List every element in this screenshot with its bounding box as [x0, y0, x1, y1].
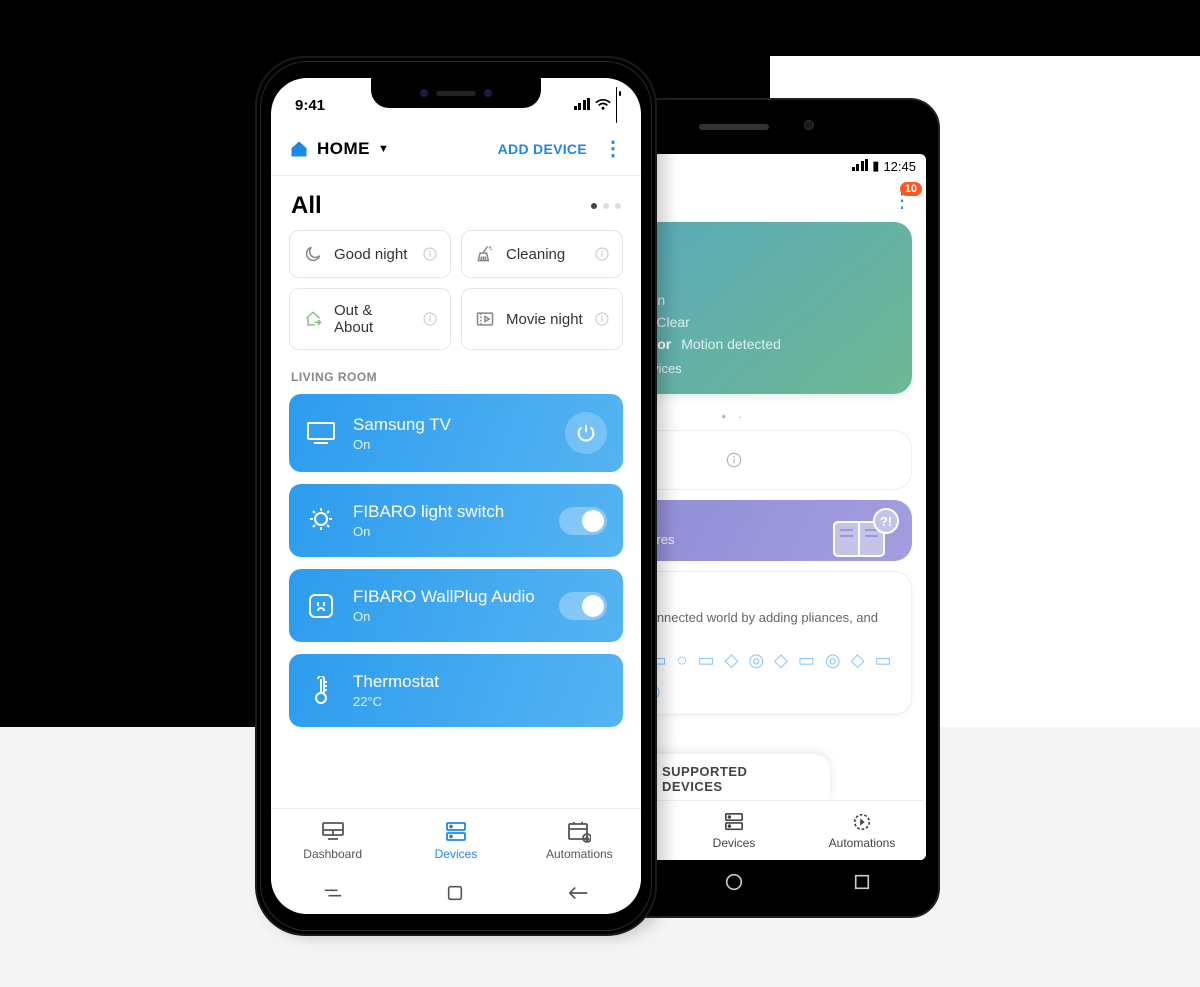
- svg-text:+: +: [586, 837, 590, 843]
- scene-movie-night[interactable]: Movie night: [461, 288, 623, 350]
- recents-button[interactable]: [323, 886, 343, 900]
- outlet-icon: [305, 592, 337, 620]
- notification-badge: 10: [900, 182, 922, 196]
- system-nav: [271, 872, 641, 914]
- info-icon: [726, 452, 742, 468]
- nav-automations[interactable]: + Automations: [518, 809, 641, 872]
- battery-icon: [616, 88, 617, 122]
- status-time: 12:45: [883, 159, 916, 174]
- speaker: [699, 124, 769, 130]
- app-header: HOME ▼ ADD DEVICE ⋮: [271, 128, 641, 176]
- scene-label: Out & About: [334, 302, 412, 336]
- dot-1: [591, 203, 597, 209]
- supported-devices-tab[interactable]: SUPPORTED DEVICES: [638, 754, 830, 800]
- nav-devices[interactable]: Devices: [670, 801, 798, 860]
- home-button[interactable]: [446, 884, 464, 902]
- device-name: FIBARO light switch: [353, 502, 543, 522]
- recents-button[interactable]: [853, 873, 871, 891]
- info-icon[interactable]: [594, 311, 610, 327]
- device-status: On: [353, 524, 543, 539]
- phone-iphone-screen: 9:41 HOME ▼ ADD DEVICE ⋮ All: [271, 78, 641, 914]
- moon-icon: [302, 244, 324, 264]
- leave-home-icon: [302, 309, 324, 329]
- device-card-samsung-tv[interactable]: Samsung TV On: [289, 394, 623, 472]
- scene-label: Cleaning: [506, 246, 584, 263]
- dot-3: [615, 203, 621, 209]
- add-device-button[interactable]: ADD DEVICE: [498, 141, 587, 157]
- device-card-thermostat[interactable]: Thermostat 22°C: [289, 654, 623, 727]
- info-icon[interactable]: [422, 246, 438, 262]
- home-button[interactable]: [724, 872, 744, 892]
- battery-icon: ▮: [872, 158, 879, 174]
- chevron-down-icon: ▼: [378, 143, 389, 155]
- location-label: HOME: [317, 139, 370, 159]
- toggle-switch[interactable]: [559, 507, 607, 535]
- nav-label: Devices: [713, 836, 756, 850]
- room-label: LIVING ROOM: [271, 350, 641, 394]
- scene-cleaning[interactable]: Cleaning: [461, 230, 623, 278]
- movie-icon: [474, 309, 496, 329]
- nav-automations[interactable]: Automations: [798, 801, 926, 860]
- nav-devices[interactable]: Devices: [394, 809, 517, 872]
- bottom-nav: Dashboard Devices + Automations: [271, 808, 641, 872]
- toggle-switch[interactable]: [559, 592, 607, 620]
- home-icon: [289, 139, 309, 159]
- device-status: 22°C: [353, 694, 607, 709]
- backdrop-top: [0, 0, 1200, 56]
- manual-icon: ?!: [832, 508, 902, 558]
- nav-label: Devices: [435, 847, 478, 861]
- power-button[interactable]: [565, 412, 607, 454]
- nav-dashboard[interactable]: Dashboard: [271, 809, 394, 872]
- scene-good-night[interactable]: Good night: [289, 230, 451, 278]
- device-status: On: [353, 609, 543, 624]
- signal-icon: [852, 159, 869, 174]
- thermometer-icon: [305, 676, 337, 706]
- info-icon[interactable]: [594, 246, 610, 262]
- scene-label: Movie night: [506, 311, 584, 328]
- page-indicator[interactable]: [591, 203, 621, 209]
- scene-out-and-about[interactable]: Out & About: [289, 288, 451, 350]
- notifications-button[interactable]: ⋮ 10: [892, 188, 912, 213]
- lightbulb-icon: [305, 506, 337, 536]
- broom-icon: [474, 244, 496, 264]
- device-name: Samsung TV: [353, 415, 549, 435]
- signal-icon: [574, 97, 591, 114]
- dot-2: [603, 203, 609, 209]
- status-time: 9:41: [295, 97, 325, 114]
- svg-text:?!: ?!: [880, 514, 892, 529]
- device-card-fibaro-wallplug-audio[interactable]: FIBARO WallPlug Audio On: [289, 569, 623, 642]
- nav-label: Automations: [546, 847, 613, 861]
- overflow-menu-button[interactable]: ⋮: [603, 136, 623, 161]
- device-name: Thermostat: [353, 672, 607, 692]
- tv-icon: [305, 420, 337, 446]
- info-icon[interactable]: [422, 311, 438, 327]
- notch: [371, 78, 541, 108]
- location-selector[interactable]: HOME ▼: [289, 139, 389, 159]
- device-name: FIBARO WallPlug Audio: [353, 587, 543, 607]
- back-button[interactable]: [567, 886, 589, 900]
- device-card-fibaro-light-switch[interactable]: FIBARO light switch On: [289, 484, 623, 557]
- nav-label: Dashboard: [303, 847, 362, 861]
- device-status: On: [353, 437, 549, 452]
- wifi-icon: [595, 99, 611, 111]
- phone-iphone-frame: 9:41 HOME ▼ ADD DEVICE ⋮ All: [255, 56, 657, 936]
- section-title: All: [291, 192, 322, 220]
- scene-label: Good night: [334, 246, 412, 263]
- front-camera: [804, 120, 814, 130]
- nav-label: Automations: [829, 836, 896, 850]
